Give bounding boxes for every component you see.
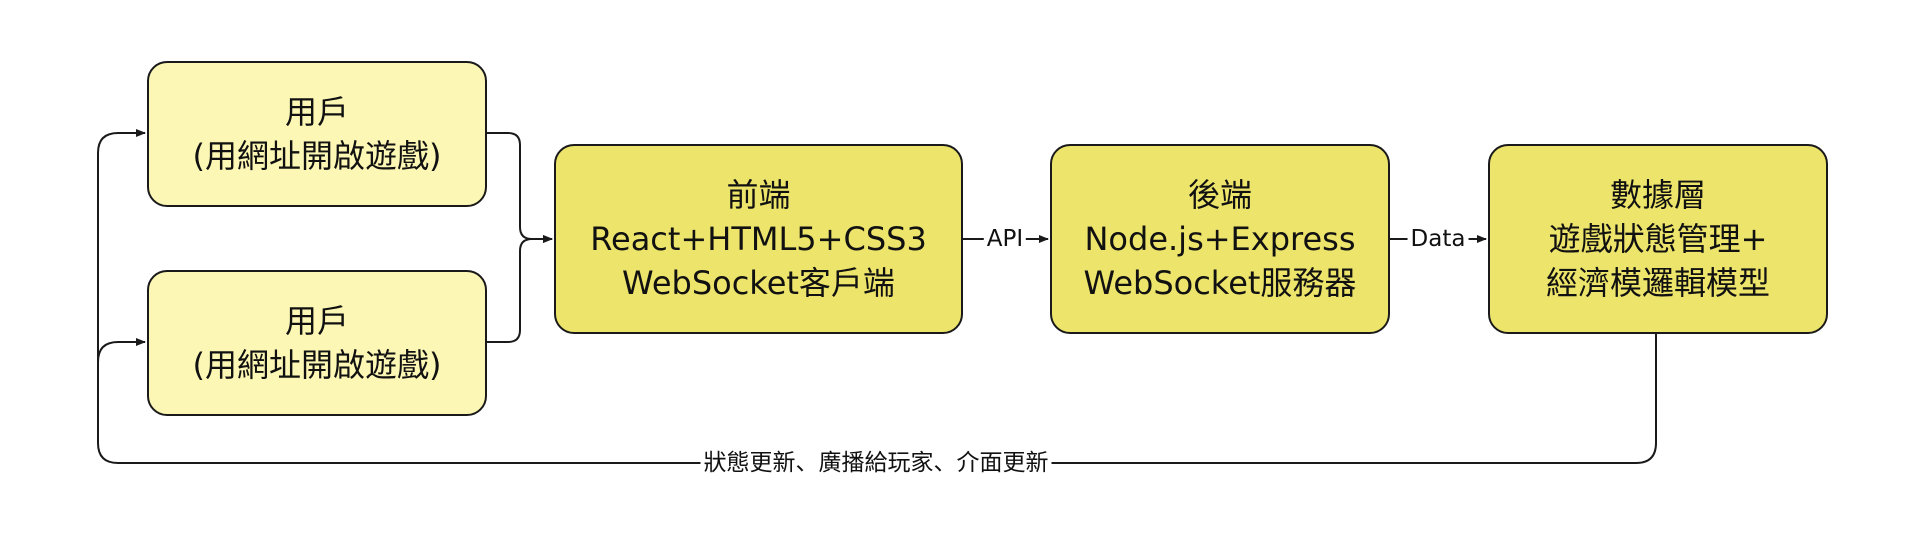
frontend-node: 前端 React+HTML5+CSS3 WebSocket客戶端 — [554, 144, 963, 334]
backend-title: 後端 — [1187, 175, 1252, 214]
frontend-stack: React+HTML5+CSS3 — [590, 219, 927, 258]
edge-user-top-to-frontend — [487, 132, 553, 243]
edge-user-bottom-to-frontend — [487, 235, 553, 343]
user-node-top-desc: (用網址開啟遊戲) — [192, 137, 442, 175]
data-layer-title: 數據層 — [1609, 175, 1706, 214]
frontend-title: 前端 — [726, 175, 791, 214]
architecture-diagram: 用戶 (用網址開啟遊戲) 用戶 (用網址開啟遊戲) 前端 React+HTML5… — [0, 0, 1920, 548]
user-node-bottom-title: 用戶 — [284, 301, 349, 340]
edge-feedback-to-user-bottom — [97, 338, 146, 363]
data-layer-model: 經濟模邏輯模型 — [1545, 264, 1770, 303]
user-node-bottom: 用戶 (用網址開啟遊戲) — [147, 270, 487, 416]
api-edge-label: API — [983, 225, 1027, 253]
data-layer-state: 遊戲狀態管理+ — [1548, 219, 1768, 258]
frontend-client: WebSocket客戶端 — [622, 264, 895, 303]
backend-stack: Node.js+Express — [1084, 219, 1356, 258]
feedback-edge-label: 狀態更新、廣播給玩家、介面更新 — [700, 449, 1052, 477]
data-layer-node: 數據層 遊戲狀態管理+ 經濟模邏輯模型 — [1488, 144, 1828, 334]
backend-server: WebSocket服務器 — [1083, 264, 1357, 303]
data-edge-label: Data — [1407, 225, 1469, 253]
user-node-bottom-desc: (用網址開啟遊戲) — [192, 346, 442, 384]
backend-node: 後端 Node.js+Express WebSocket服務器 — [1050, 144, 1390, 334]
user-node-top-title: 用戶 — [284, 92, 349, 131]
user-node-top: 用戶 (用網址開啟遊戲) — [147, 61, 487, 207]
